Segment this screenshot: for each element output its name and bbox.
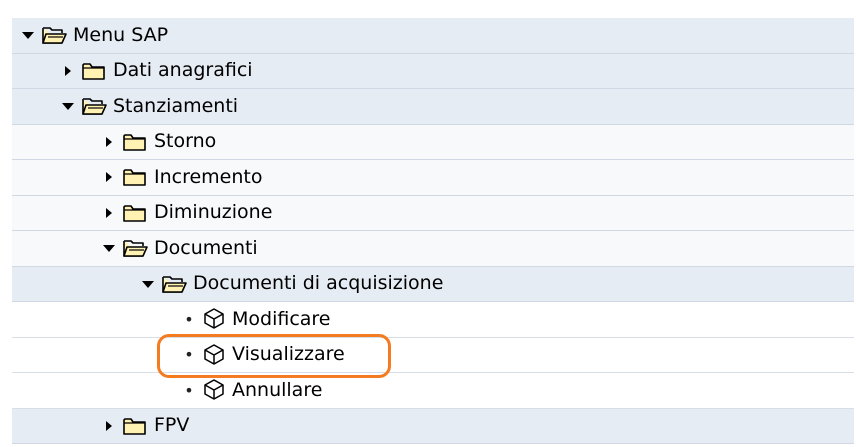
folder-open-icon bbox=[161, 273, 187, 295]
collapse-arrow-icon[interactable] bbox=[102, 241, 116, 255]
transaction-cube-icon bbox=[202, 307, 226, 331]
tree-node-fpv[interactable]: FPV bbox=[12, 408, 854, 444]
tree-node-dati-anagrafici[interactable]: Dati anagrafici bbox=[12, 53, 854, 89]
tree-node-documenti[interactable]: Documenti bbox=[12, 231, 854, 267]
tree-node-label: Dati anagrafici bbox=[113, 59, 253, 82]
folder-icon bbox=[122, 131, 148, 153]
tree-node-label: FPV bbox=[154, 414, 190, 437]
tree-node-documenti-di-acquisizione[interactable]: Documenti di acquisizione bbox=[12, 266, 854, 302]
tree-node-label: Incremento bbox=[154, 165, 263, 188]
tree-node-label: Diminuzione bbox=[154, 201, 273, 224]
folder-open-icon bbox=[122, 237, 148, 259]
collapse-arrow-icon[interactable] bbox=[141, 277, 155, 291]
folder-icon bbox=[81, 60, 107, 82]
expand-arrow-icon[interactable] bbox=[102, 135, 116, 149]
tree-node-label: Documenti di acquisizione bbox=[193, 272, 444, 295]
folder-open-icon bbox=[41, 24, 67, 46]
expand-arrow-icon[interactable] bbox=[102, 419, 116, 433]
tree-node-incremento[interactable]: Incremento bbox=[12, 160, 854, 196]
bullet-icon: • bbox=[184, 309, 194, 329]
tree-node-modificare[interactable]: • Modificare bbox=[12, 302, 854, 338]
tree-node-label: Storno bbox=[154, 130, 217, 153]
expand-arrow-icon[interactable] bbox=[102, 206, 116, 220]
bullet-icon: • bbox=[184, 380, 194, 400]
expand-arrow-icon[interactable] bbox=[102, 170, 116, 184]
tree-node-label: Modificare bbox=[232, 307, 331, 330]
folder-icon bbox=[122, 202, 148, 224]
tree-node-menu-sap[interactable]: Menu SAP bbox=[12, 18, 854, 54]
tree-node-visualizzare[interactable]: • Visualizzare bbox=[12, 337, 854, 373]
collapse-arrow-icon[interactable] bbox=[21, 28, 35, 42]
folder-icon bbox=[122, 166, 148, 188]
tree-node-storno[interactable]: Storno bbox=[12, 124, 854, 160]
tree-node-stanziamenti[interactable]: Stanziamenti bbox=[12, 89, 854, 125]
sap-menu-tree: Menu SAP Dati anagrafici Stanziamenti St… bbox=[12, 18, 854, 444]
tree-node-diminuzione[interactable]: Diminuzione bbox=[12, 195, 854, 231]
transaction-cube-icon bbox=[202, 343, 226, 367]
tree-node-annullare[interactable]: • Annullare bbox=[12, 373, 854, 409]
tree-node-label: Visualizzare bbox=[232, 343, 345, 366]
bullet-icon: • bbox=[184, 345, 194, 365]
folder-icon bbox=[122, 415, 148, 437]
tree-node-label: Menu SAP bbox=[73, 23, 169, 46]
folder-open-icon bbox=[81, 95, 107, 117]
expand-arrow-icon[interactable] bbox=[61, 64, 75, 78]
tree-node-label: Documenti bbox=[154, 236, 258, 259]
tree-node-label: Stanziamenti bbox=[113, 94, 239, 117]
transaction-cube-icon bbox=[202, 378, 226, 402]
collapse-arrow-icon[interactable] bbox=[61, 99, 75, 113]
tree-node-label: Annullare bbox=[232, 378, 323, 401]
